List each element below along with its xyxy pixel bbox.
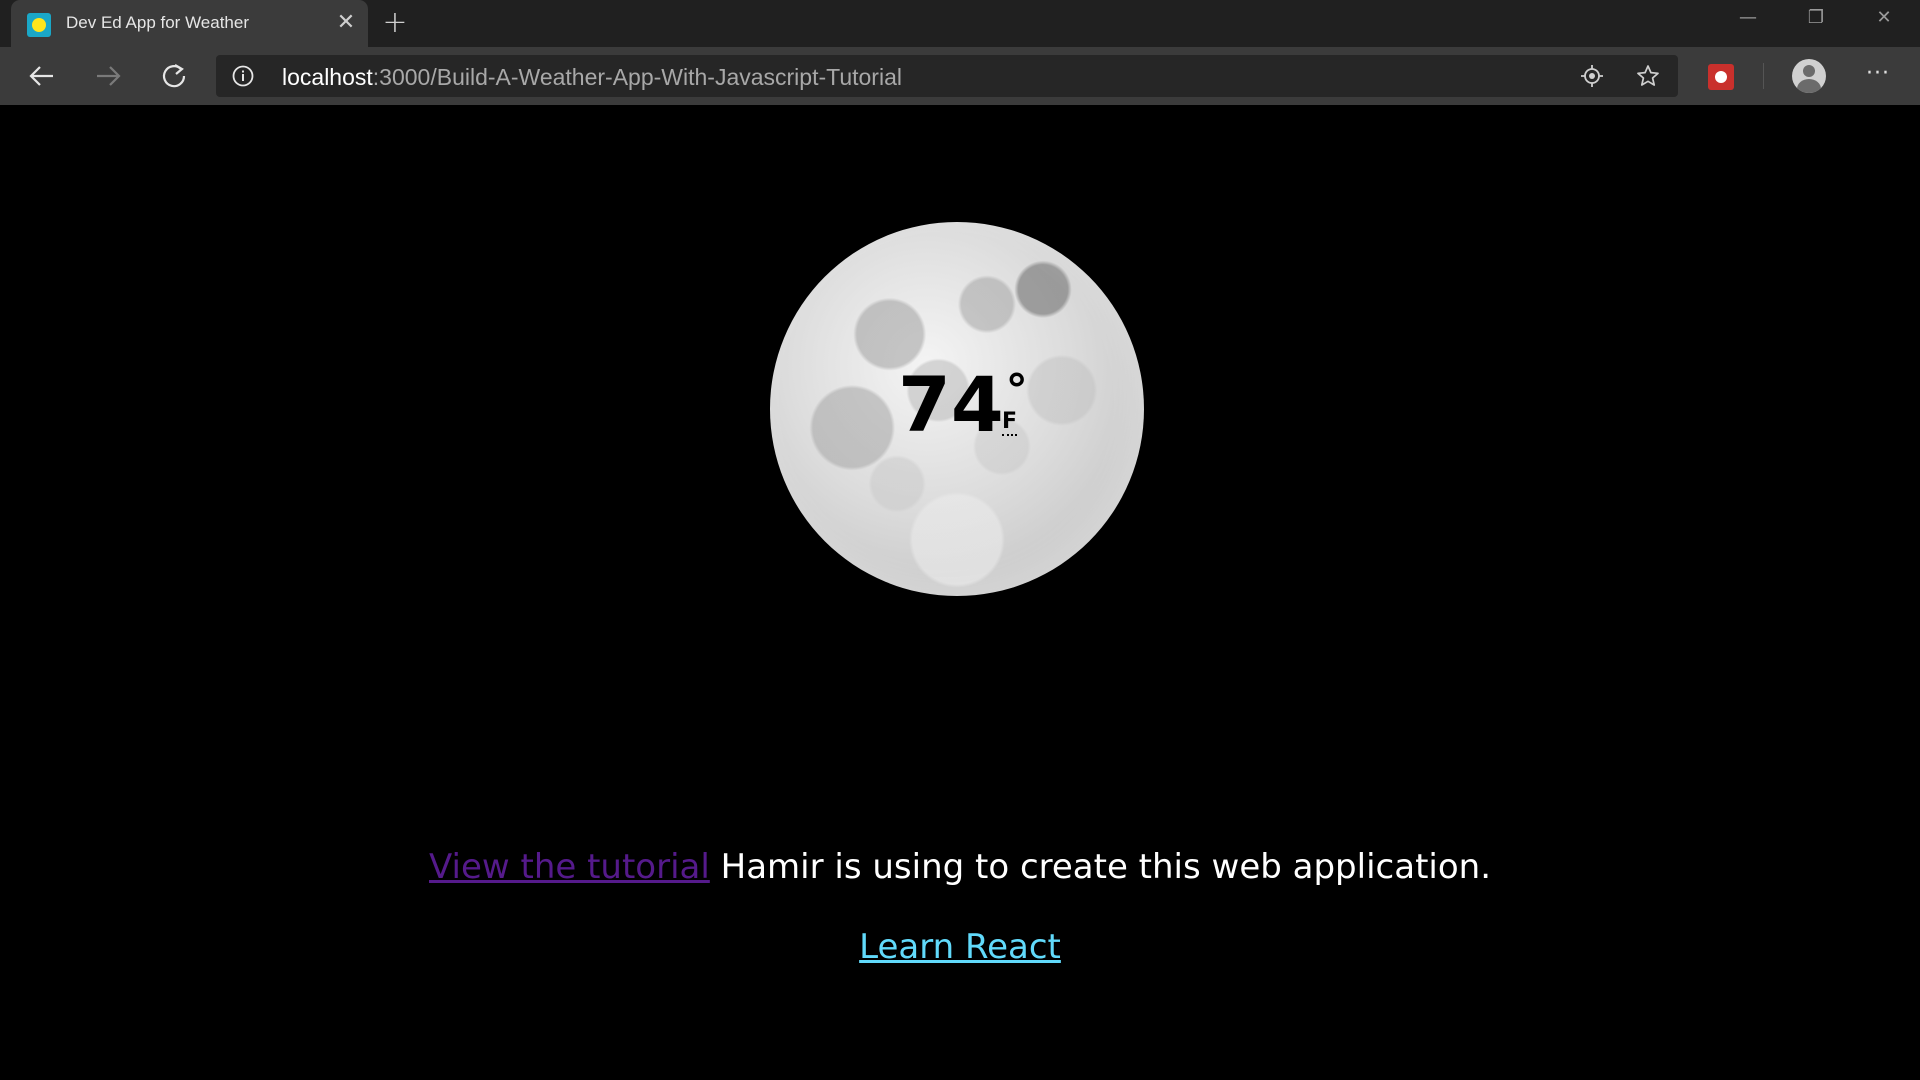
temperature-unit[interactable]: F [1002,411,1018,436]
url-path: :3000/Build-A-Weather-App-With-Javascrip… [372,64,902,90]
learn-react-link[interactable]: Learn React [859,927,1061,967]
tutorial-line: View the tutorial Hamir is using to crea… [0,847,1920,887]
browser-tab-active[interactable]: Dev Ed App for Weather ✕ [11,0,368,47]
minimize-window-button[interactable]: — [1714,0,1782,36]
url-host: localhost [282,64,373,90]
weather-sun-icon [27,13,51,37]
more-menu-button[interactable]: ··· [1860,59,1896,93]
browser-toolbar: localhost:3000/Build-A-Weather-App-With-… [0,47,1920,105]
profile-avatar-icon[interactable] [1792,59,1826,93]
temperature-value: 74 [898,360,1004,449]
page-content: 74 ° F View the tutorial Hamir is using … [0,105,1920,1080]
tab-strip: Dev Ed App for Weather ✕ + — ❐ ✕ [0,0,1920,47]
reload-button[interactable] [154,56,194,96]
url-text[interactable]: localhost:3000/Build-A-Weather-App-With-… [282,64,902,91]
learn-react-line: Learn React [0,927,1920,967]
arrow-left-icon [29,66,53,86]
refresh-icon [162,64,186,88]
tutorial-description: Hamir is using to create this web applic… [709,847,1491,887]
address-bar[interactable]: localhost:3000/Build-A-Weather-App-With-… [216,55,1678,97]
extension-icon[interactable] [1708,64,1734,90]
back-button[interactable] [22,56,62,96]
forward-button[interactable] [88,56,128,96]
view-tutorial-link[interactable]: View the tutorial [429,847,710,887]
new-tab-button[interactable]: + [380,8,410,38]
info-icon[interactable] [232,65,254,87]
arrow-right-icon [97,66,121,86]
location-icon[interactable] [1580,64,1604,88]
star-icon[interactable] [1636,64,1660,88]
close-tab-icon[interactable]: ✕ [333,10,359,36]
restore-window-button[interactable]: ❐ [1782,0,1850,36]
toolbar-divider [1763,63,1764,89]
degree-symbol: ° [1005,365,1028,416]
close-window-button[interactable]: ✕ [1850,0,1918,36]
tab-title: Dev Ed App for Weather [66,13,250,32]
temperature-display: 74 ° F [898,367,1028,443]
